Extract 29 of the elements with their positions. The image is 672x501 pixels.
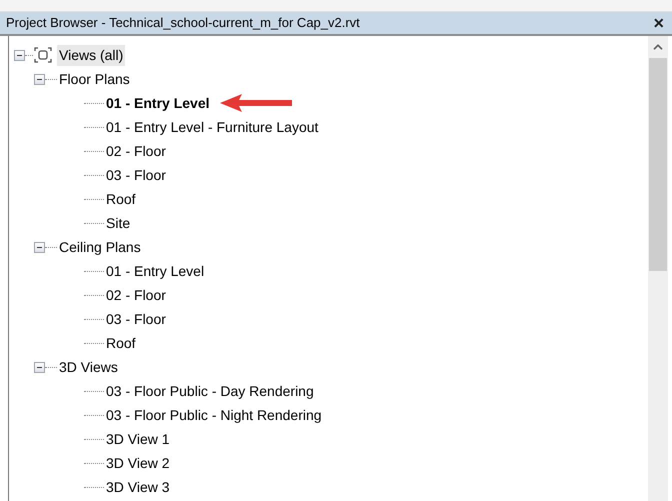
tree-item[interactable]: 01 - Entry Level - Furniture Layout — [106, 116, 318, 138]
scrollbar[interactable] — [648, 36, 668, 501]
tree-item[interactable]: Site — [106, 212, 130, 234]
tree-item[interactable]: 3D View 2 — [106, 452, 170, 474]
tree-item[interactable]: 3D Views — [59, 356, 118, 378]
tree-item[interactable]: 02 - Floor — [106, 284, 166, 306]
tree-item[interactable]: 03 - Floor Public - Day Rendering — [106, 380, 314, 402]
pointer-arrow — [220, 93, 292, 113]
collapse-icon[interactable] — [34, 74, 45, 84]
tree-item[interactable]: 02 - Floor — [106, 140, 166, 162]
close-button[interactable]: × — [651, 14, 666, 32]
tree-item[interactable]: 01 - Entry Level — [106, 92, 210, 114]
tree-item[interactable]: 3D View 1 — [106, 428, 170, 450]
tree-item[interactable]: Ceiling Plans — [59, 236, 141, 258]
collapse-icon[interactable] — [34, 362, 45, 372]
collapse-icon[interactable] — [14, 50, 25, 60]
tree-item[interactable]: 3D View 3 — [106, 476, 170, 498]
tree-item[interactable]: Views (all) — [57, 44, 126, 66]
tree-item[interactable]: 03 - Floor Public - Night Rendering — [106, 404, 322, 426]
collapse-icon[interactable] — [34, 242, 45, 252]
tree-item[interactable]: 01 - Entry Level — [106, 260, 204, 282]
tree-item[interactable]: Floor Plans — [59, 68, 130, 90]
tree-item[interactable]: 03 - Floor — [106, 308, 166, 330]
scrollbar-thumb[interactable] — [649, 58, 667, 271]
tree-item[interactable]: Roof — [106, 332, 136, 354]
tree-item[interactable]: 03 - Floor — [106, 164, 166, 186]
tree-item[interactable]: Roof — [106, 188, 136, 210]
views-icon — [33, 46, 53, 64]
window-title: Project Browser - Technical_school-current_m_for Cap_v2.rvt — [6, 14, 360, 32]
